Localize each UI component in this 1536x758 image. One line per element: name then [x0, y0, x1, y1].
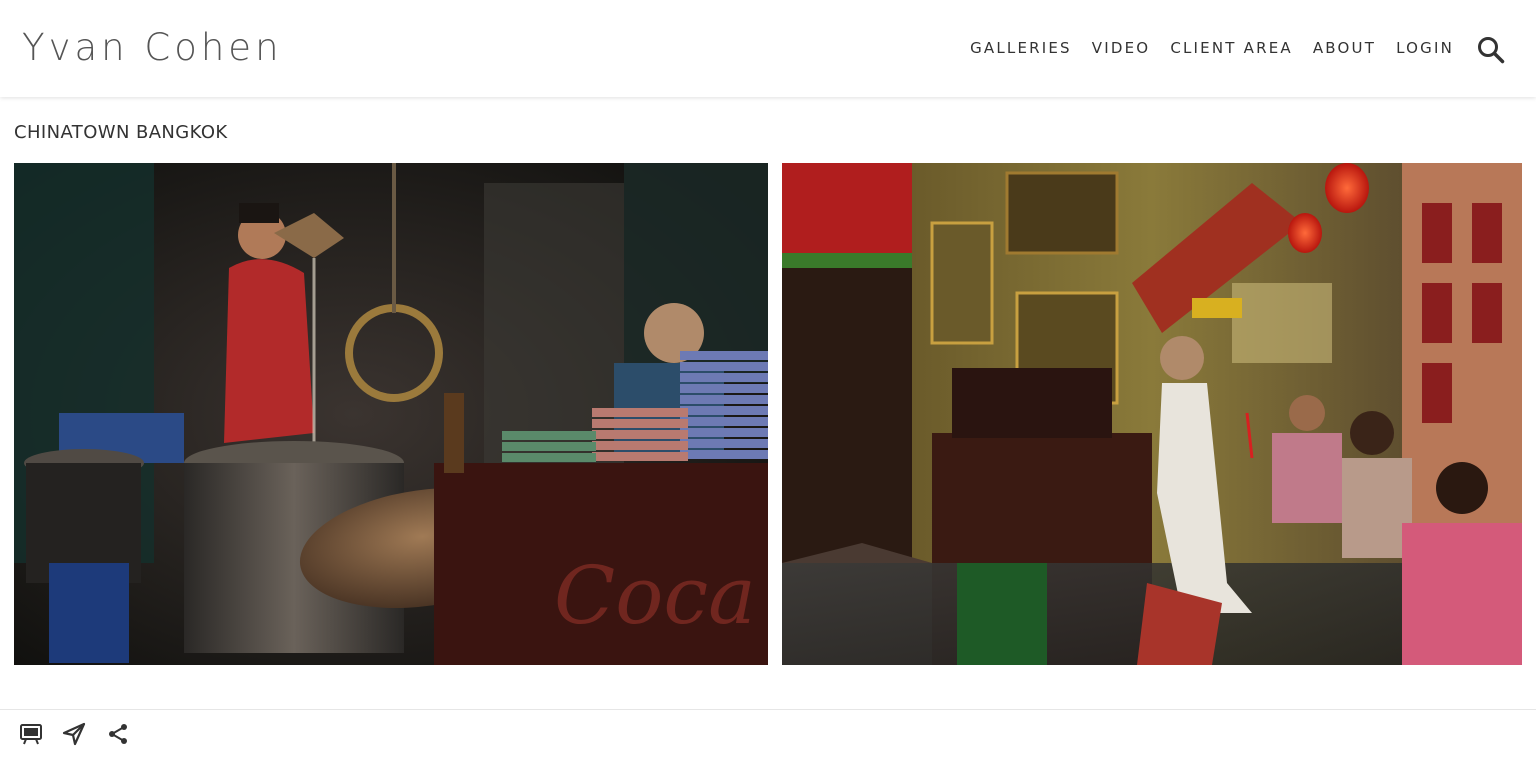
- gallery-title: CHINATOWN BANGKOK: [14, 122, 228, 143]
- nav-galleries[interactable]: GALLERIES: [970, 39, 1072, 57]
- site-logo[interactable]: Yvan Cohen: [22, 26, 283, 69]
- search-icon[interactable]: [1476, 35, 1506, 65]
- site-footer: [0, 709, 1536, 758]
- site-header: Yvan Cohen GALLERIES VIDEO CLIENT AREA A…: [0, 0, 1536, 97]
- slideshow-icon[interactable]: [19, 722, 43, 746]
- nav-client-area[interactable]: CLIENT AREA: [1170, 39, 1293, 57]
- nav-login[interactable]: LOGIN: [1396, 39, 1454, 57]
- send-icon[interactable]: [62, 722, 86, 746]
- nav-about[interactable]: ABOUT: [1313, 39, 1376, 57]
- share-icon[interactable]: [106, 722, 130, 746]
- svg-text:Coca: Coca: [554, 549, 756, 642]
- temple-prayer-photo[interactable]: [782, 163, 1522, 665]
- nav-video[interactable]: VIDEO: [1092, 39, 1151, 57]
- street-food-vendor-photo[interactable]: Coca: [14, 163, 768, 665]
- main-nav: GALLERIES VIDEO CLIENT AREA ABOUT LOGIN: [950, 39, 1454, 57]
